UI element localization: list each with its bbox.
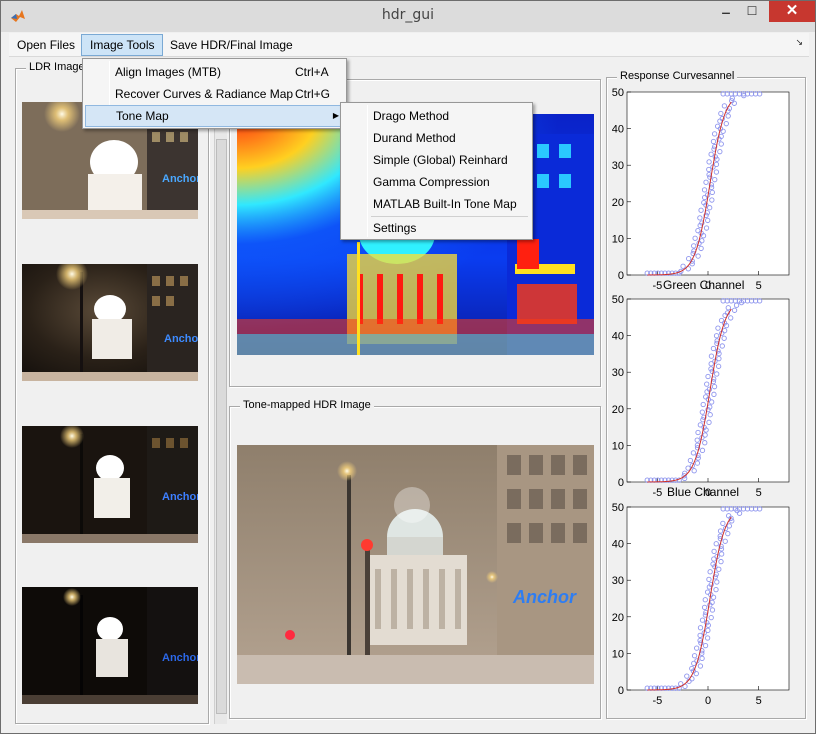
minimize-button[interactable]: ‒ — [713, 4, 739, 24]
y-tick-label: 20 — [612, 404, 624, 416]
y-tick-label: 0 — [618, 685, 624, 697]
green-channel-title: Green Channel — [663, 278, 745, 292]
y-tick-label: 20 — [612, 197, 624, 209]
y-tick-label: 40 — [612, 539, 624, 551]
title-bar: hdr_gui ‒ ☐ ✕ — [1, 1, 815, 32]
y-tick-label: 10 — [612, 440, 624, 452]
ldr-thumbnail-4[interactable]: Anchor — [22, 587, 198, 704]
app-window: hdr_gui ‒ ☐ ✕ Open Files Image Tools Sav… — [0, 0, 816, 734]
dock-arrow-icon[interactable]: ↘ — [795, 37, 803, 48]
menu-item-settings[interactable]: Settings — [343, 217, 530, 239]
response-curves-title: Response Curvesannel — [617, 70, 738, 82]
menu-item-drago[interactable]: Drago Method — [343, 105, 530, 127]
svg-text:Anchor: Anchor — [512, 587, 577, 607]
x-tick-label: 5 — [756, 280, 762, 292]
x-tick-label: -5 — [652, 280, 662, 292]
maximize-button[interactable]: ☐ — [739, 4, 765, 24]
y-tick-label: 50 — [612, 294, 624, 306]
close-button[interactable]: ✕ — [769, 1, 815, 22]
x-tick-label: 0 — [705, 695, 711, 707]
image-tools-menu: Align Images (MTB) Ctrl+A Recover Curves… — [82, 58, 347, 129]
y-tick-label: 10 — [612, 648, 624, 660]
menu-item-matlab-tonemap[interactable]: MATLAB Built-In Tone Map — [343, 193, 530, 215]
blue-channel-title: Blue Channel — [667, 485, 740, 499]
svg-text:Anchor: Anchor — [162, 173, 198, 185]
tone-mapped-image: Anchor — [237, 445, 594, 684]
x-tick-label: -5 — [652, 487, 662, 499]
menu-item-reinhard[interactable]: Simple (Global) Reinhard — [343, 149, 530, 171]
y-tick-label: 50 — [612, 502, 624, 514]
tone-map-submenu: Drago Method Durand Method Simple (Globa… — [340, 102, 533, 240]
tone-mapped-panel-title: Tone-mapped HDR Image — [240, 399, 374, 411]
ldr-panel-title: LDR Image — [26, 61, 88, 73]
x-tick-label: -5 — [652, 695, 662, 707]
y-tick-label: 20 — [612, 612, 624, 624]
menu-item-tone-map[interactable]: Tone Map ▶ — [85, 105, 344, 127]
x-tick-label: 5 — [756, 487, 762, 499]
y-tick-label: 0 — [618, 477, 624, 489]
y-tick-label: 30 — [612, 575, 624, 587]
response-title-tail: annel — [707, 70, 735, 82]
ldr-thumbnail-3[interactable]: Anchor — [22, 426, 198, 543]
menu-item-gamma[interactable]: Gamma Compression — [343, 171, 530, 193]
menu-item-align-images[interactable]: Align Images (MTB) Ctrl+A — [85, 61, 344, 83]
menu-save-image[interactable]: Save HDR/Final Image — [162, 34, 301, 56]
window-title: hdr_gui — [381, 7, 435, 23]
ldr-scroll-thumb[interactable] — [216, 139, 227, 714]
x-tick-label: 5 — [756, 695, 762, 707]
blue-channel-plot: 50 40 30 20 10 0 -5 0 5 — [612, 502, 790, 707]
menu-item-durand[interactable]: Durand Method — [343, 127, 530, 149]
y-tick-label: 0 — [618, 270, 624, 282]
menu-image-tools[interactable]: Image Tools — [81, 34, 164, 56]
y-tick-label: 40 — [612, 124, 624, 136]
ldr-thumbnail-2[interactable]: Anchor — [22, 264, 198, 381]
red-channel-plot: 50 40 30 20 10 0 -5 0 5 — [612, 87, 790, 292]
green-channel-plot: 50 40 30 20 10 0 -5 0 5 — [612, 294, 790, 499]
ldr-scrollbar[interactable] — [214, 129, 227, 724]
menu-item-recover-curves[interactable]: Recover Curves & Radiance Map Ctrl+G — [85, 83, 344, 105]
y-tick-label: 40 — [612, 331, 624, 343]
svg-text:Anchor: Anchor — [162, 491, 198, 503]
y-tick-label: 30 — [612, 367, 624, 379]
svg-text:Anchor: Anchor — [162, 652, 198, 664]
y-tick-label: 50 — [612, 87, 624, 99]
submenu-arrow-icon: ▶ — [332, 111, 339, 120]
menu-open-files[interactable]: Open Files — [9, 34, 83, 56]
y-tick-label: 10 — [612, 233, 624, 245]
plot-frame — [626, 506, 790, 691]
menu-bar: Open Files Image Tools Save HDR/Final Im… — [9, 33, 809, 57]
y-tick-label: 30 — [612, 160, 624, 172]
svg-text:Anchor: Anchor — [164, 333, 198, 345]
